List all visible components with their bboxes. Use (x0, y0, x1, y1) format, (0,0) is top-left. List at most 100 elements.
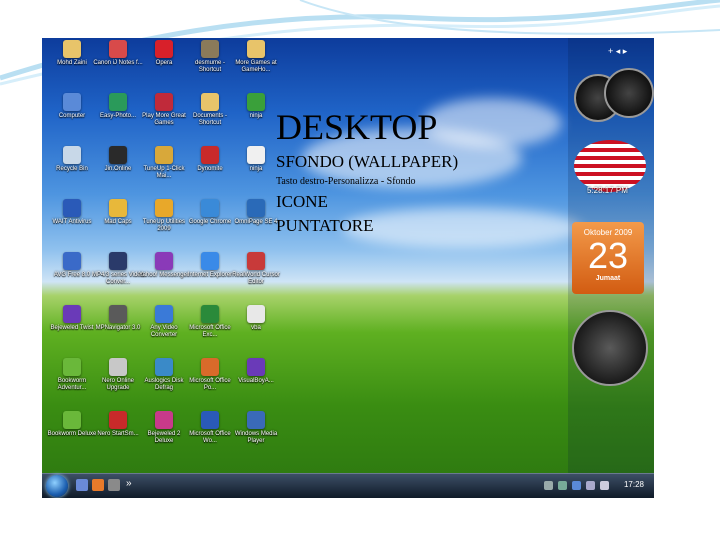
desktop-icon-label: Dynomite (197, 166, 223, 172)
analog-clock-gadget[interactable] (572, 310, 648, 386)
desktop-icon[interactable]: ninja (230, 146, 282, 173)
desktop-icon-image (109, 93, 127, 111)
start-button[interactable] (46, 475, 68, 497)
desktop-icon-label: Recycle Bin (56, 166, 88, 172)
desktop-icon[interactable]: Any Video Converter (138, 305, 190, 339)
flag-clock-time: 5:28:17 PM (587, 186, 628, 195)
desktop-icon-label: Nero Online Upgrade (101, 378, 134, 391)
desktop-icon[interactable]: Documents - Shortcut (184, 93, 236, 127)
desktop-icon-label: Google Chrome (188, 219, 232, 225)
desktop-icon-label: VisualBoyA... (238, 378, 274, 384)
slide-line-icons: ICONE (276, 192, 328, 211)
slide-title: DESKTOP (276, 107, 438, 147)
cpu-meter-gadget[interactable] (604, 68, 654, 118)
desktop-icon[interactable]: Bookworm Adventur... (46, 358, 98, 392)
desktop-icon[interactable]: OmniPage SE 4 (230, 199, 282, 226)
desktop-icon-label: Internet Explorer (187, 272, 233, 278)
desktop-icon[interactable]: AVG Free 8.0 (46, 252, 98, 279)
desktop-icon-image (247, 411, 265, 429)
desktop-icon[interactable]: More Games at GameHo... (230, 40, 282, 74)
desktop-icon-image (247, 146, 265, 164)
desktop-icon[interactable]: Mad Caps (92, 199, 144, 226)
desktop-icon-image (109, 358, 127, 376)
desktop-icon[interactable]: Computer (46, 93, 98, 120)
tray-language-icon[interactable] (572, 481, 581, 490)
desktop-icon-label: vba (251, 325, 261, 331)
desktop-icon[interactable]: Microsoft Office Wo... (184, 411, 236, 445)
desktop-icon-image (109, 252, 127, 270)
desktop-icon[interactable]: VisualBoyA... (230, 358, 282, 385)
desktop-icon-label: Any Video Converter (150, 325, 178, 338)
desktop-icon[interactable]: Google Chrome (184, 199, 236, 226)
desktop-icon[interactable]: WAIT Antivirus (46, 199, 98, 226)
desktop-icon-label: Documents - Shortcut (192, 113, 227, 126)
firefox-icon[interactable] (92, 479, 104, 491)
desktop-icon-image (63, 199, 81, 217)
desktop-icon[interactable]: Canon iJ Notes f... (92, 40, 144, 67)
desktop-icon-label: Jin.Online (104, 166, 132, 172)
desktop-icon[interactable]: MPNavigator 3.0 (92, 305, 144, 332)
tray-arrow-icon[interactable] (544, 481, 553, 490)
tray-volume-icon[interactable] (600, 481, 609, 490)
desktop-icon[interactable]: Yahoo! Messenger (138, 252, 190, 279)
desktop-icon[interactable]: Microsoft Office Po... (184, 358, 236, 392)
desktop-icon[interactable]: Microsoft Office Exc... (184, 305, 236, 339)
show-desktop-icon[interactable] (76, 479, 88, 491)
desktop-screenshot: Mohd Zaini Canon iJ Notes f... Opera desmum… (42, 38, 654, 498)
desktop-icon-label: Easy-Photo... (99, 113, 137, 119)
desktop-icon-image (63, 146, 81, 164)
desktop-icon-label: TuneUp Utilities 2009 (142, 219, 186, 232)
desktop-icon[interactable]: Mohd Zaini (46, 40, 98, 67)
desktop-icon[interactable]: Bejeweled 2 Deluxe (138, 411, 190, 445)
desktop-icon[interactable]: TuneUp Utilities 2009 (138, 199, 190, 233)
desktop-icon[interactable]: Bejeweled Twist (46, 305, 98, 332)
desktop-icon-label: Microsoft Office Wo... (189, 431, 231, 444)
desktop-icon-label: Canon iJ Notes f... (93, 60, 143, 66)
desktop-icon[interactable]: desmume - Shortcut (184, 40, 236, 74)
desktop-icon-label: Bookworm Adventur... (57, 378, 87, 391)
desktop-icon[interactable]: Auslogics Disk Defrag (138, 358, 190, 392)
desktop-icon-label: TuneUp 1-Click Mai... (143, 166, 185, 179)
desktop-icon[interactable]: Recycle Bin (46, 146, 98, 173)
media-icon[interactable] (108, 479, 120, 491)
more-quicklaunch[interactable]: » (126, 478, 132, 489)
desktop-icon[interactable]: Opera (138, 40, 190, 67)
calendar-gadget[interactable]: Oktober 2009 23 Jumaat (572, 222, 644, 294)
desktop-icon[interactable]: vba (230, 305, 282, 332)
desktop-icon-label: MP4/3 series Video Conver... (92, 272, 144, 285)
desktop-icon-image (155, 93, 173, 111)
desktop-icon-image (247, 40, 265, 58)
desktop-icon-image (63, 93, 81, 111)
desktop-icon-image (155, 305, 173, 323)
tray-network-icon[interactable] (558, 481, 567, 490)
desktop-icon[interactable]: Jin.Online (92, 146, 144, 173)
desktop-icon[interactable]: ninja (230, 93, 282, 120)
taskbar-clock[interactable]: 17:28 (624, 480, 644, 489)
desktop-icon[interactable]: Internet Explorer (184, 252, 236, 279)
desktop-icon-label: Mohd Zaini (57, 60, 87, 66)
desktop-icon[interactable]: RealWorld Cursor Editor (230, 252, 282, 286)
desktop-icon-label: Bookworm Deluxe (47, 431, 97, 437)
calendar-day: 23 (587, 235, 629, 276)
desktop-icon-label: Windows Media Player (234, 431, 278, 444)
desktop-icon-image (247, 93, 265, 111)
desktop-icon[interactable]: MP4/3 series Video Conver... (92, 252, 144, 286)
desktop-icon[interactable]: Dynomite (184, 146, 236, 173)
desktop-icon-label: Microsoft Office Exc... (189, 325, 231, 338)
desktop-icon[interactable]: Nero Online Upgrade (92, 358, 144, 392)
desktop-icon-image (63, 411, 81, 429)
flag-clock-gadget[interactable] (574, 140, 646, 192)
desktop-icon[interactable]: Easy-Photo... (92, 93, 144, 120)
desktop-icon[interactable]: Bookworm Deluxe (46, 411, 98, 438)
tray-monitor-icon[interactable] (586, 481, 595, 490)
desktop-icon[interactable]: Play More Great Games (138, 93, 190, 127)
desktop-icon-label: ninja (249, 166, 263, 172)
desktop-icon[interactable]: Nero StartSm... (92, 411, 144, 438)
desktop-icon[interactable]: TuneUp 1-Click Mai... (138, 146, 190, 180)
desktop-icon-image (109, 305, 127, 323)
desktop-icon-image (201, 40, 219, 58)
taskbar: » 17:28 (42, 473, 654, 498)
desktop-icon[interactable]: Windows Media Player (230, 411, 282, 445)
gadget-controls[interactable]: + ◂ ▸ (608, 46, 627, 57)
desktop-icon-image (247, 358, 265, 376)
